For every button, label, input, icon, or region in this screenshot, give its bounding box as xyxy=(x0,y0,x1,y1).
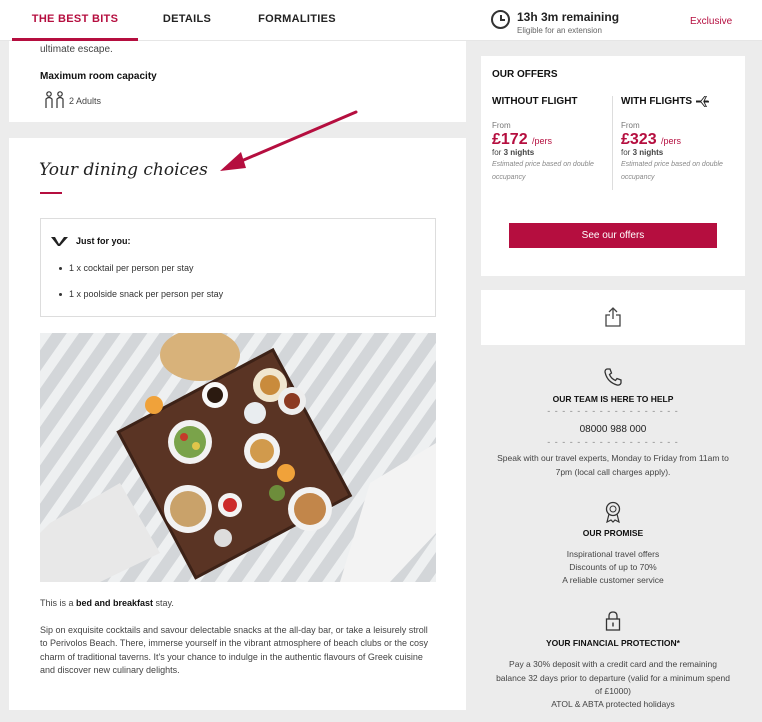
perks-list: 1 x cocktail per person per stay 1 x poo… xyxy=(59,263,223,315)
nights-count: 3 nights xyxy=(503,148,535,157)
room-intro-text: ultimate escape. xyxy=(40,44,113,55)
help-divider-bottom: - - - - - - - - - - - - - - - - - - xyxy=(547,437,679,447)
vlogo-icon xyxy=(51,237,68,246)
help-text: Speak with our travel experts, Monday to… xyxy=(497,453,729,477)
tab-the-best-bits[interactable]: THE BEST BITS xyxy=(12,0,138,41)
offers-card: OUR OFFERS WITHOUT FLIGHT From £172 /per… xyxy=(481,56,745,276)
room-capacity-card: ultimate escape. Maximum room capacity 2… xyxy=(9,41,466,122)
tab-formalities[interactable]: FORMALITIES xyxy=(252,0,342,41)
from-label: From xyxy=(621,121,640,131)
phone-number[interactable]: 08000 988 000 xyxy=(481,424,745,435)
extension-note[interactable]: Eligible for an extension xyxy=(517,26,602,35)
dining-title: Your dining choices xyxy=(39,160,208,180)
price-value: £323 /pers xyxy=(621,131,739,149)
board-type: bed and breakfast xyxy=(76,598,154,608)
nights-count: 3 nights xyxy=(632,148,664,158)
offer-title: WITH FLIGHTS xyxy=(621,96,739,107)
plane-icon xyxy=(696,96,710,107)
title-underline xyxy=(40,192,62,194)
price-unit: /pers xyxy=(661,136,682,147)
offer-with-flights: WITH FLIGHTS From £323 /pers for 3 night… xyxy=(621,96,739,184)
for-prefix: for xyxy=(621,148,633,158)
share-card xyxy=(481,290,745,345)
tab-details[interactable]: DETAILS xyxy=(154,0,220,41)
see-offers-button[interactable]: See our offers xyxy=(509,223,717,248)
offer-title-text: WITH FLIGHTS xyxy=(621,96,693,108)
dining-card: Your dining choices Just for you: 1 x co… xyxy=(9,138,466,710)
for-prefix: for xyxy=(492,148,504,157)
promise-item-1: Inspirational travel offers xyxy=(566,549,660,559)
people-icon xyxy=(45,91,64,108)
support-section: OUR TEAM IS HERE TO HELP - - - - - - - -… xyxy=(481,345,745,722)
offers-divider xyxy=(612,96,613,190)
dining-description: Sip on exquisite cocktails and savour de… xyxy=(40,625,429,675)
nights-text: for 3 nights xyxy=(492,148,610,157)
price-unit: /pers xyxy=(532,136,553,146)
atol-text: ATOL & ABTA protected holidays xyxy=(551,699,675,709)
from-label: From xyxy=(492,121,511,130)
board-prefix: This is a xyxy=(40,598,77,608)
estimate-note: Estimated price based on double occupanc… xyxy=(621,161,723,182)
time-remaining: 13h 3m remaining xyxy=(517,10,620,24)
price-value: £172 /pers xyxy=(492,131,610,149)
board-suffix: stay. xyxy=(153,598,174,608)
list-item: 1 x poolside snack per person per stay xyxy=(59,289,223,299)
just-for-you-title: Just for you: xyxy=(76,236,131,246)
capacity-heading: Maximum room capacity xyxy=(40,71,157,82)
help-divider-top: - - - - - - - - - - - - - - - - - - xyxy=(547,406,679,416)
promise-item-2: Discounts of up to 70% xyxy=(569,562,657,572)
offer-without-flight: WITHOUT FLIGHT From £172 /pers for 3 nig… xyxy=(492,96,610,184)
share-icon[interactable] xyxy=(604,307,622,327)
price-amount: £172 xyxy=(492,131,528,148)
promise-item-3: A reliable customer service xyxy=(562,575,664,585)
award-icon xyxy=(605,501,621,523)
price-amount: £323 xyxy=(621,131,657,149)
offers-heading: OUR OFFERS xyxy=(492,69,558,80)
phone-icon xyxy=(604,368,622,386)
top-nav-bar: THE BEST BITS DETAILS FORMALITIES 13h 3m… xyxy=(0,0,762,41)
breakfast-photo xyxy=(40,333,436,582)
promise-heading: OUR PROMISE xyxy=(582,528,644,538)
nights-text: for 3 nights xyxy=(621,148,739,157)
lock-icon xyxy=(605,611,621,631)
offer-title: WITHOUT FLIGHT xyxy=(492,96,578,107)
protection-text: Pay a 30% deposit with a credit card and… xyxy=(496,659,730,696)
capacity-value: 2 Adults xyxy=(69,96,102,106)
help-heading: OUR TEAM IS HERE TO HELP xyxy=(552,394,674,404)
just-for-you-box: Just for you: 1 x cocktail per person pe… xyxy=(40,218,436,317)
list-item: 1 x cocktail per person per stay xyxy=(59,263,223,273)
estimate-note: Estimated price based on double occupanc… xyxy=(492,161,594,181)
exclusive-badge: Exclusive xyxy=(690,16,733,27)
board-type-text: This is a bed and breakfast stay. xyxy=(40,598,174,608)
clock-icon xyxy=(491,10,510,29)
protection-heading: YOUR FINANCIAL PROTECTION* xyxy=(546,638,680,648)
